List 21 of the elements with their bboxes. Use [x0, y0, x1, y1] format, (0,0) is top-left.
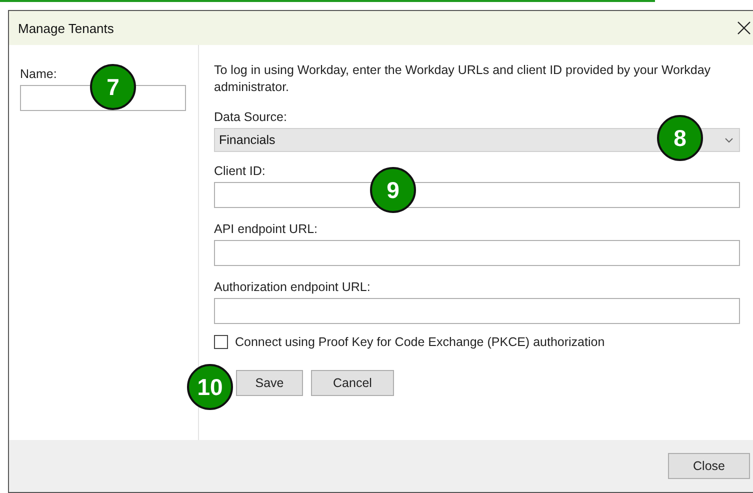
- save-button[interactable]: Save: [236, 370, 303, 396]
- cancel-button[interactable]: Cancel: [311, 370, 394, 396]
- checkbox-label: Connect using Proof Key for Code Exchange (PKCE) authorization: [235, 335, 605, 349]
- chevron-icon: [725, 138, 733, 142]
- close-button[interactable]: Close: [668, 453, 750, 479]
- input-field[interactable]: [214, 182, 740, 208]
- field-label: Authorization endpoint URL:: [214, 280, 372, 294]
- field-label: API endpoint URL:: [214, 222, 319, 236]
- callout-badge: 8: [657, 115, 703, 161]
- callout-badge: 7: [90, 64, 136, 110]
- checkbox[interactable]: [214, 335, 228, 349]
- field-label: Data Source:: [214, 110, 288, 124]
- callout-badge: 10: [187, 364, 233, 410]
- instructions-text: To log in using Workday, enter the Workday URLs and client ID provided by your Workday administrator.: [214, 62, 712, 96]
- input-field[interactable]: [214, 298, 740, 324]
- input-field[interactable]: [214, 240, 740, 266]
- close-icon[interactable]: [735, 21, 753, 35]
- window-title: Manage Tenants: [18, 20, 114, 36]
- field-label: Name:: [20, 67, 58, 81]
- callout-badge: 9: [370, 167, 416, 213]
- field-label: Client ID:: [214, 164, 266, 178]
